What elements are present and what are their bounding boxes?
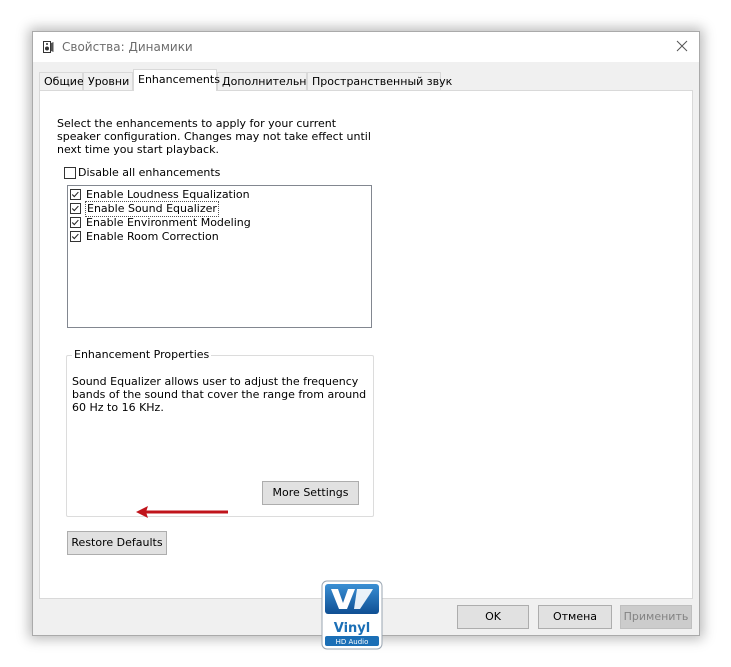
window-title: Свойства: Динамики [62, 40, 193, 54]
checkmark-icon [71, 205, 79, 212]
tab-levels[interactable]: Уровни [83, 72, 133, 90]
tab-advanced[interactable]: Дополнительно [217, 72, 313, 90]
tab-spatial-sound[interactable]: Пространственный звук [307, 72, 452, 90]
checkbox[interactable] [70, 203, 81, 214]
more-settings-button[interactable]: More Settings [262, 481, 359, 505]
list-item-label: Enable Sound Equalizer [85, 201, 219, 217]
red-arrow-annotation [136, 506, 228, 518]
list-item-label: Enable Environment Modeling [86, 216, 251, 229]
enhancement-properties-group: Enhancement Properties Sound Equalizer a… [66, 348, 374, 517]
logo-product: Vinyl [334, 621, 370, 636]
group-title: Enhancement Properties [72, 348, 212, 361]
dialog-window: Свойства: Динамики Общие Уровни Enhancem… [32, 31, 700, 650]
close-icon [676, 40, 688, 52]
enhancements-panel: Select the enhancements to apply for you… [39, 90, 693, 650]
cancel-button[interactable]: Отмена [538, 605, 612, 629]
properties-text: Sound Equalizer allows user to adjust th… [72, 375, 367, 414]
tab-general[interactable]: Общие [39, 72, 84, 90]
tab-enhancements[interactable]: Enhancements [133, 69, 220, 91]
checkbox[interactable] [70, 217, 81, 228]
disable-all-checkbox[interactable] [64, 167, 76, 179]
checkmark-icon [71, 219, 79, 226]
speaker-icon [43, 41, 54, 53]
title-bar: Свойства: Динамики [33, 32, 699, 62]
checkmark-icon [71, 233, 79, 240]
via-vinyl-logo: Vinyl HD Audio [321, 580, 383, 650]
apply-button: Применить [620, 605, 692, 629]
logo-subtitle: HD Audio [336, 638, 369, 646]
checkbox[interactable] [70, 231, 81, 242]
checkbox[interactable] [70, 189, 81, 200]
list-item-label: Enable Room Correction [86, 230, 219, 243]
restore-defaults-button[interactable]: Restore Defaults [67, 531, 167, 555]
close-button[interactable] [672, 36, 692, 56]
disable-all-label: Disable all enhancements [78, 166, 221, 179]
ok-button[interactable]: OK [457, 605, 529, 629]
list-item-label: Enable Loudness Equalization [86, 188, 250, 201]
checkmark-icon [71, 191, 79, 198]
description-text: Select the enhancements to apply for you… [57, 117, 371, 156]
enhancements-list[interactable]: Enable Loudness Equalization Enable Soun… [67, 185, 372, 328]
